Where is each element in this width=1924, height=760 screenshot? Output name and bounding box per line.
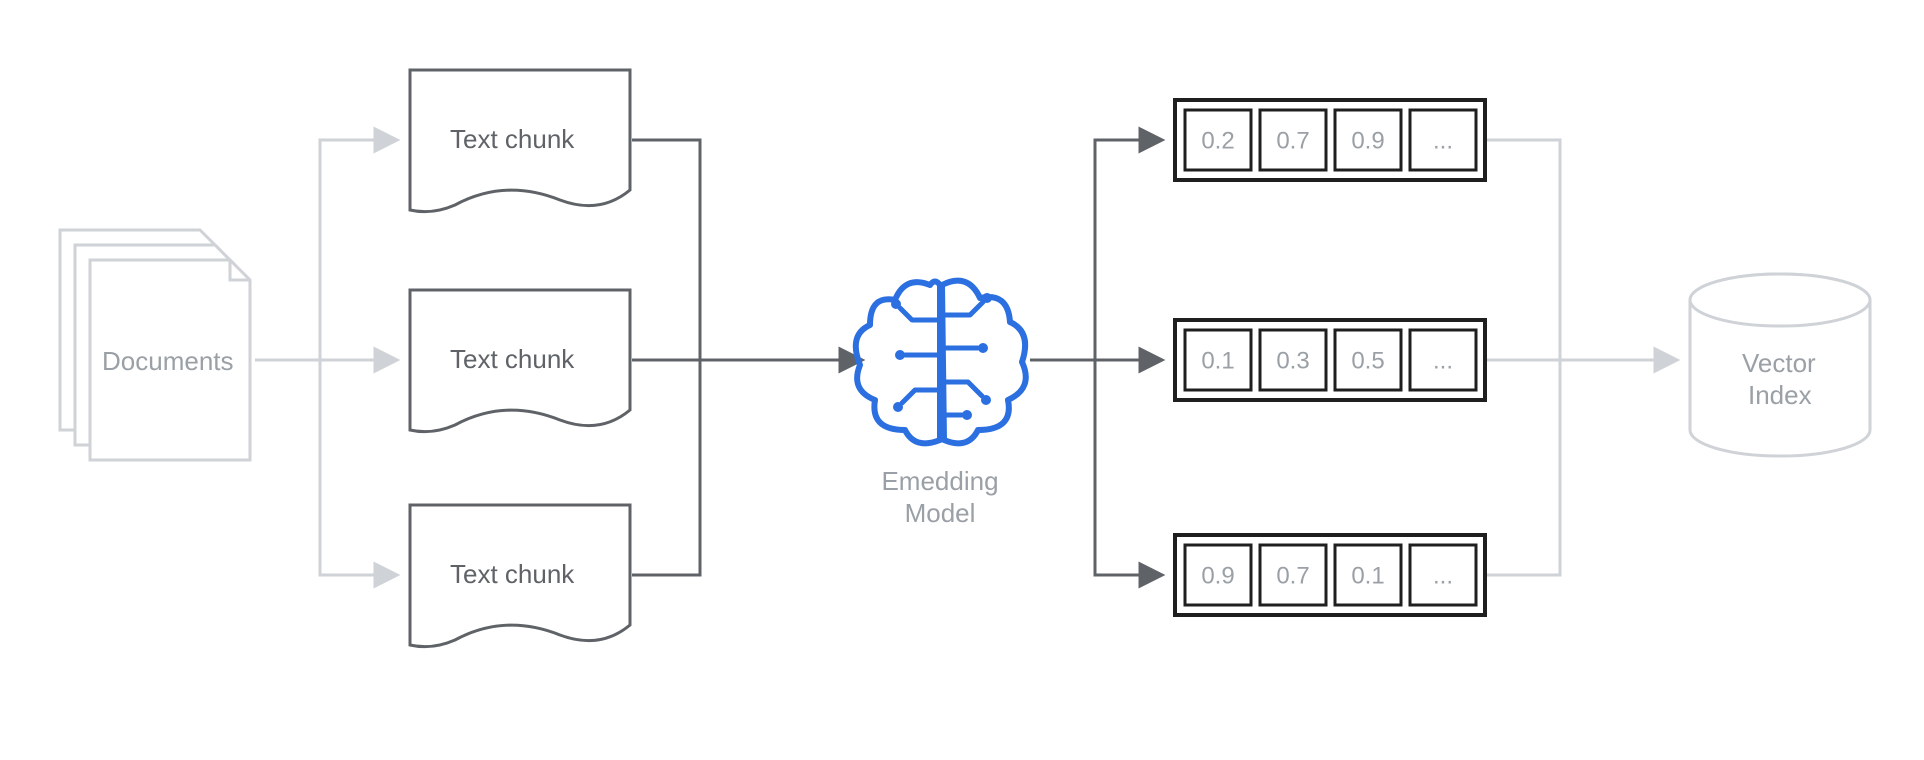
vector-1-cell-3: ...	[1433, 127, 1453, 154]
chunks-to-model-connectors	[632, 140, 860, 575]
text-chunk-mid: Text chunk	[410, 290, 630, 432]
vector-row-2: 0.1 0.3 0.5 ...	[1175, 320, 1485, 400]
diagram-canvas: Documents Text chunk Text chunk Text chu…	[0, 0, 1924, 760]
vector-row-3: 0.9 0.7 0.1 ...	[1175, 535, 1485, 615]
vector-3-cell-2: 0.1	[1351, 562, 1384, 589]
text-chunk-top: Text chunk	[410, 70, 630, 212]
vector-2-cell-0: 0.1	[1201, 347, 1234, 374]
documents-stack: Documents	[60, 230, 250, 460]
embedding-model-icon	[856, 281, 1026, 444]
vector-3-cell-0: 0.9	[1201, 562, 1234, 589]
text-chunk-top-label: Text chunk	[450, 124, 575, 154]
embedding-model-caption-line2: Model	[905, 498, 976, 528]
vector-index-label-line1: Vector	[1742, 348, 1816, 378]
vectors-to-index-connectors	[1487, 140, 1675, 575]
vector-index-label-line2: Index	[1748, 380, 1812, 410]
model-to-vectors-connectors	[1030, 140, 1160, 575]
vector-2-cell-3: ...	[1433, 347, 1453, 374]
vector-1-cell-1: 0.7	[1276, 127, 1309, 154]
text-chunk-bot: Text chunk	[410, 505, 630, 647]
text-chunk-bot-label: Text chunk	[450, 559, 575, 589]
vector-3-cell-3: ...	[1433, 562, 1453, 589]
vector-1-cell-2: 0.9	[1351, 127, 1384, 154]
vector-3-cell-1: 0.7	[1276, 562, 1309, 589]
embedding-model-caption-line1: Emedding	[881, 466, 998, 496]
text-chunk-mid-label: Text chunk	[450, 344, 575, 374]
vector-row-1: 0.2 0.7 0.9 ...	[1175, 100, 1485, 180]
vector-2-cell-2: 0.5	[1351, 347, 1384, 374]
vector-1-cell-0: 0.2	[1201, 127, 1234, 154]
documents-label: Documents	[102, 346, 234, 376]
vector-2-cell-1: 0.3	[1276, 347, 1309, 374]
docs-to-chunks-connectors	[255, 140, 395, 575]
